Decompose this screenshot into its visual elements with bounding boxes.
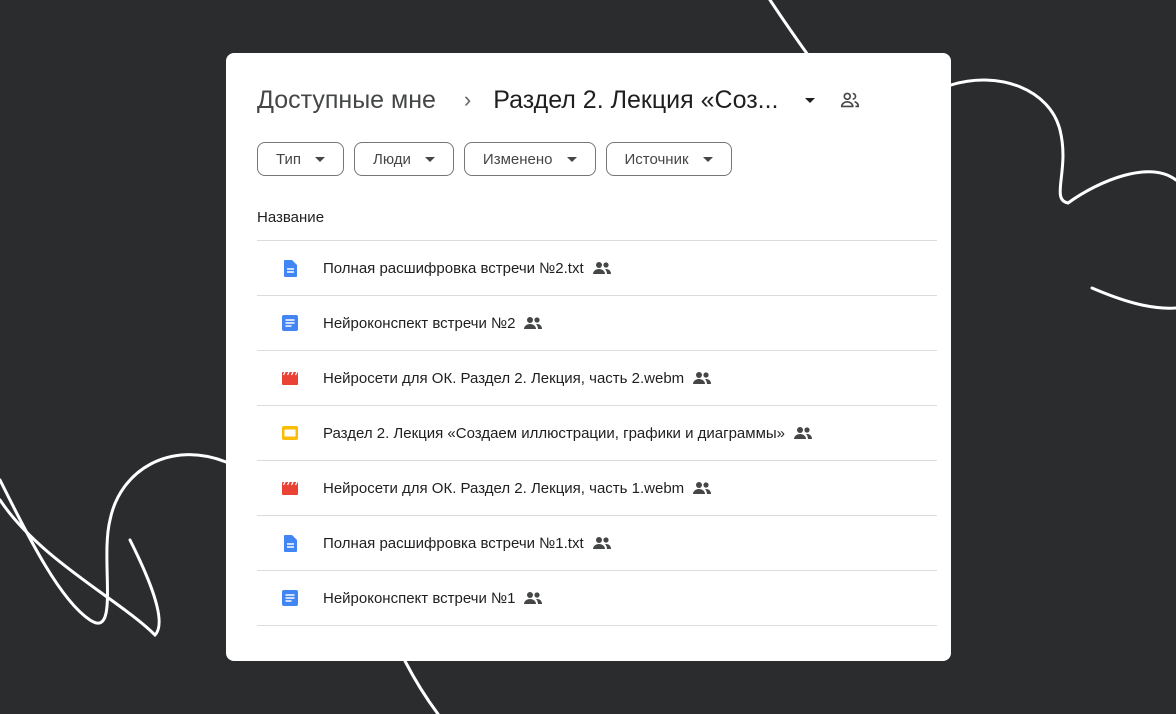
file-row[interactable]: Полная расшифровка встречи №1.txt <box>257 516 937 571</box>
chevron-down-icon <box>424 156 435 162</box>
file-name: Полная расшифровка встречи №2.txt <box>323 259 584 277</box>
breadcrumb-shared-with-me[interactable]: Доступные мне <box>257 86 436 115</box>
file-name: Раздел 2. Лекция «Создаем иллюстрации, г… <box>323 424 786 442</box>
file-name: Нейроконспект встречи №1 <box>323 589 516 607</box>
shared-people-icon[interactable] <box>839 89 861 111</box>
filter-bar: Тип Люди Изменено Источник <box>257 142 732 176</box>
column-header-name[interactable]: Название <box>257 209 324 226</box>
file-name: Полная расшифровка встречи №1.txt <box>323 534 584 552</box>
breadcrumb-current-folder[interactable]: Раздел 2. Лекция «Соз... <box>493 86 778 115</box>
chevron-down-icon <box>566 156 577 162</box>
doc-icon <box>282 590 298 606</box>
file-row[interactable]: Полная расшифровка встречи №2.txt <box>257 241 937 296</box>
file-name: Нейросети для ОК. Раздел 2. Лекция, част… <box>323 479 685 497</box>
chevron-down-icon <box>702 156 713 162</box>
file-row[interactable]: Нейросети для ОК. Раздел 2. Лекция, част… <box>257 461 937 516</box>
shared-people-icon <box>794 427 813 439</box>
text-file-icon <box>284 260 297 277</box>
filter-label: Изменено <box>482 150 553 168</box>
video-icon <box>282 481 298 495</box>
shared-people-icon <box>693 482 712 494</box>
filter-label: Источник <box>624 150 689 168</box>
video-icon <box>282 371 298 385</box>
shared-people-icon <box>592 537 611 549</box>
folder-menu-dropdown-icon[interactable] <box>804 97 815 103</box>
breadcrumb: Доступные мне › Раздел 2. Лекция «Соз... <box>257 83 861 117</box>
filter-type[interactable]: Тип <box>257 142 345 176</box>
filter-people[interactable]: Люди <box>354 142 454 176</box>
shared-people-icon <box>693 372 712 384</box>
file-name: Нейросети для ОК. Раздел 2. Лекция, част… <box>323 369 685 387</box>
shared-people-icon <box>524 317 543 329</box>
chevron-right-icon: › <box>463 87 472 112</box>
file-row[interactable]: Нейроконспект встречи №1 <box>257 571 937 626</box>
file-row[interactable]: Нейросети для ОК. Раздел 2. Лекция, част… <box>257 351 937 406</box>
filter-label: Тип <box>276 150 302 168</box>
file-list: Полная расшифровка встречи №2.txt Нейроко… <box>257 240 937 626</box>
filter-label: Люди <box>373 150 411 168</box>
filter-modified[interactable]: Изменено <box>463 142 596 176</box>
file-name: Нейроконспект встречи №2 <box>323 314 516 332</box>
doc-icon <box>282 315 298 331</box>
slides-icon <box>282 426 298 440</box>
shared-folder-panel: Доступные мне › Раздел 2. Лекция «Соз...… <box>226 53 951 661</box>
chevron-down-icon <box>315 156 326 162</box>
file-row[interactable]: Нейроконспект встречи №2 <box>257 296 937 351</box>
text-file-icon <box>284 535 297 552</box>
file-row[interactable]: Раздел 2. Лекция «Создаем иллюстрации, г… <box>257 406 937 461</box>
shared-people-icon <box>524 592 543 604</box>
shared-people-icon <box>592 262 611 274</box>
filter-source[interactable]: Источник <box>605 142 732 176</box>
